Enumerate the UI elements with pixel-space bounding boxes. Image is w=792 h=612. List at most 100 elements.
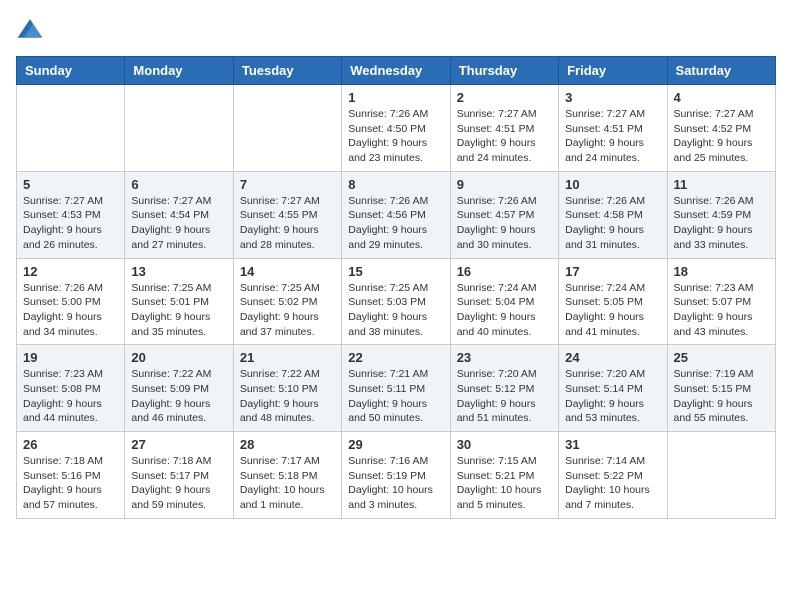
day-of-week-header: Monday [125, 57, 233, 85]
calendar-day-cell: 18 Sunrise: 7:23 AM Sunset: 5:07 PM Dayli… [667, 258, 775, 345]
day-info: Sunrise: 7:26 AM Sunset: 4:56 PM Dayligh… [348, 194, 443, 253]
day-number: 18 [674, 264, 769, 279]
day-info: Sunrise: 7:26 AM Sunset: 4:50 PM Dayligh… [348, 107, 443, 166]
calendar-day-cell [667, 432, 775, 519]
day-number: 19 [23, 350, 118, 365]
calendar-day-cell: 25 Sunrise: 7:19 AM Sunset: 5:15 PM Dayli… [667, 345, 775, 432]
calendar-day-cell: 2 Sunrise: 7:27 AM Sunset: 4:51 PM Daylig… [450, 85, 558, 172]
day-info: Sunrise: 7:15 AM Sunset: 5:21 PM Dayligh… [457, 454, 552, 513]
calendar-day-cell [17, 85, 125, 172]
calendar-day-cell: 29 Sunrise: 7:16 AM Sunset: 5:19 PM Dayli… [342, 432, 450, 519]
calendar-day-cell: 10 Sunrise: 7:26 AM Sunset: 4:58 PM Dayli… [559, 171, 667, 258]
calendar-day-cell: 6 Sunrise: 7:27 AM Sunset: 4:54 PM Daylig… [125, 171, 233, 258]
day-number: 10 [565, 177, 660, 192]
day-info: Sunrise: 7:27 AM Sunset: 4:52 PM Dayligh… [674, 107, 769, 166]
day-of-week-header: Wednesday [342, 57, 450, 85]
day-number: 9 [457, 177, 552, 192]
calendar-day-cell: 24Sunrise: 7:20 AM Sunset: 5:14 PM Dayli… [559, 345, 667, 432]
calendar-day-cell: 7 Sunrise: 7:27 AM Sunset: 4:55 PM Daylig… [233, 171, 341, 258]
day-info: Sunrise: 7:25 AM Sunset: 5:01 PM Dayligh… [131, 281, 226, 340]
day-info: Sunrise: 7:24 AM Sunset: 5:05 PM Dayligh… [565, 281, 660, 340]
day-number: 14 [240, 264, 335, 279]
day-info: Sunrise: 7:27 AM Sunset: 4:55 PM Dayligh… [240, 194, 335, 253]
day-number: 28 [240, 437, 335, 452]
day-number: 6 [131, 177, 226, 192]
page-header [16, 16, 776, 44]
calendar-header-row: SundayMondayTuesdayWednesdayThursdayFrid… [17, 57, 776, 85]
day-number: 21 [240, 350, 335, 365]
day-number: 16 [457, 264, 552, 279]
day-info: Sunrise: 7:20 AM Sunset: 5:14 PM Dayligh… [565, 367, 660, 426]
day-info: Sunrise: 7:26 AM Sunset: 4:58 PM Dayligh… [565, 194, 660, 253]
day-info: Sunrise: 7:23 AM Sunset: 5:08 PM Dayligh… [23, 367, 118, 426]
calendar-week-row: 12Sunrise: 7:26 AM Sunset: 5:00 PM Dayli… [17, 258, 776, 345]
day-info: Sunrise: 7:20 AM Sunset: 5:12 PM Dayligh… [457, 367, 552, 426]
calendar-day-cell: 19 Sunrise: 7:23 AM Sunset: 5:08 PM Dayli… [17, 345, 125, 432]
day-number: 13 [131, 264, 226, 279]
day-info: Sunrise: 7:18 AM Sunset: 5:16 PM Dayligh… [23, 454, 118, 513]
day-info: Sunrise: 7:27 AM Sunset: 4:54 PM Dayligh… [131, 194, 226, 253]
day-info: Sunrise: 7:27 AM Sunset: 4:51 PM Dayligh… [457, 107, 552, 166]
day-of-week-header: Saturday [667, 57, 775, 85]
calendar-day-cell: 30 Sunrise: 7:15 AM Sunset: 5:21 PM Dayli… [450, 432, 558, 519]
day-info: Sunrise: 7:18 AM Sunset: 5:17 PM Dayligh… [131, 454, 226, 513]
calendar-day-cell: 28 Sunrise: 7:17 AM Sunset: 5:18 PM Dayli… [233, 432, 341, 519]
day-of-week-header: Sunday [17, 57, 125, 85]
calendar-day-cell: 16 Sunrise: 7:24 AM Sunset: 5:04 PM Dayli… [450, 258, 558, 345]
calendar-day-cell: 20Sunrise: 7:22 AM Sunset: 5:09 PM Dayli… [125, 345, 233, 432]
calendar-week-row: 5 Sunrise: 7:27 AM Sunset: 4:53 PM Daylig… [17, 171, 776, 258]
day-info: Sunrise: 7:27 AM Sunset: 4:53 PM Dayligh… [23, 194, 118, 253]
day-number: 26 [23, 437, 118, 452]
day-number: 4 [674, 90, 769, 105]
calendar-week-row: 26 Sunrise: 7:18 AM Sunset: 5:16 PM Dayli… [17, 432, 776, 519]
day-info: Sunrise: 7:22 AM Sunset: 5:09 PM Dayligh… [131, 367, 226, 426]
day-info: Sunrise: 7:22 AM Sunset: 5:10 PM Dayligh… [240, 367, 335, 426]
day-info: Sunrise: 7:14 AM Sunset: 5:22 PM Dayligh… [565, 454, 660, 513]
day-info: Sunrise: 7:26 AM Sunset: 4:59 PM Dayligh… [674, 194, 769, 253]
calendar-day-cell [125, 85, 233, 172]
day-number: 17 [565, 264, 660, 279]
day-number: 29 [348, 437, 443, 452]
day-info: Sunrise: 7:25 AM Sunset: 5:02 PM Dayligh… [240, 281, 335, 340]
calendar-day-cell [233, 85, 341, 172]
calendar-day-cell: 3Sunrise: 7:27 AM Sunset: 4:51 PM Daylig… [559, 85, 667, 172]
calendar-table: SundayMondayTuesdayWednesdayThursdayFrid… [16, 56, 776, 519]
day-info: Sunrise: 7:24 AM Sunset: 5:04 PM Dayligh… [457, 281, 552, 340]
day-number: 8 [348, 177, 443, 192]
calendar-day-cell: 13 Sunrise: 7:25 AM Sunset: 5:01 PM Dayli… [125, 258, 233, 345]
calendar-day-cell: 12Sunrise: 7:26 AM Sunset: 5:00 PM Dayli… [17, 258, 125, 345]
day-number: 30 [457, 437, 552, 452]
calendar-day-cell: 1 Sunrise: 7:26 AM Sunset: 4:50 PM Daylig… [342, 85, 450, 172]
day-of-week-header: Tuesday [233, 57, 341, 85]
day-of-week-header: Thursday [450, 57, 558, 85]
day-number: 27 [131, 437, 226, 452]
calendar-week-row: 1 Sunrise: 7:26 AM Sunset: 4:50 PM Daylig… [17, 85, 776, 172]
day-number: 2 [457, 90, 552, 105]
day-number: 1 [348, 90, 443, 105]
calendar-day-cell: 27 Sunrise: 7:18 AM Sunset: 5:17 PM Dayli… [125, 432, 233, 519]
day-info: Sunrise: 7:23 AM Sunset: 5:07 PM Dayligh… [674, 281, 769, 340]
day-info: Sunrise: 7:19 AM Sunset: 5:15 PM Dayligh… [674, 367, 769, 426]
logo [16, 16, 48, 44]
day-info: Sunrise: 7:26 AM Sunset: 4:57 PM Dayligh… [457, 194, 552, 253]
day-info: Sunrise: 7:25 AM Sunset: 5:03 PM Dayligh… [348, 281, 443, 340]
calendar-day-cell: 17 Sunrise: 7:24 AM Sunset: 5:05 PM Dayli… [559, 258, 667, 345]
calendar-week-row: 19 Sunrise: 7:23 AM Sunset: 5:08 PM Dayli… [17, 345, 776, 432]
day-info: Sunrise: 7:21 AM Sunset: 5:11 PM Dayligh… [348, 367, 443, 426]
day-of-week-header: Friday [559, 57, 667, 85]
calendar-day-cell: 4 Sunrise: 7:27 AM Sunset: 4:52 PM Daylig… [667, 85, 775, 172]
day-info: Sunrise: 7:16 AM Sunset: 5:19 PM Dayligh… [348, 454, 443, 513]
day-number: 5 [23, 177, 118, 192]
calendar-day-cell: 26 Sunrise: 7:18 AM Sunset: 5:16 PM Dayli… [17, 432, 125, 519]
day-number: 15 [348, 264, 443, 279]
day-number: 22 [348, 350, 443, 365]
calendar-day-cell: 9 Sunrise: 7:26 AM Sunset: 4:57 PM Daylig… [450, 171, 558, 258]
calendar-day-cell: 15 Sunrise: 7:25 AM Sunset: 5:03 PM Dayli… [342, 258, 450, 345]
day-number: 25 [674, 350, 769, 365]
calendar-day-cell: 11 Sunrise: 7:26 AM Sunset: 4:59 PM Dayli… [667, 171, 775, 258]
day-number: 11 [674, 177, 769, 192]
day-number: 7 [240, 177, 335, 192]
day-number: 31 [565, 437, 660, 452]
day-info: Sunrise: 7:27 AM Sunset: 4:51 PM Dayligh… [565, 107, 660, 166]
day-info: Sunrise: 7:17 AM Sunset: 5:18 PM Dayligh… [240, 454, 335, 513]
